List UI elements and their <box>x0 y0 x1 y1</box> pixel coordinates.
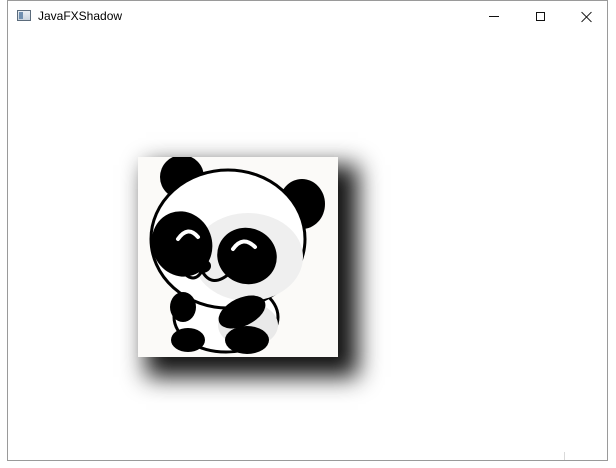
minimize-button[interactable] <box>471 1 517 31</box>
close-icon <box>581 11 592 22</box>
close-button[interactable] <box>563 1 609 31</box>
app-window: JavaFXShadow <box>7 0 608 461</box>
title-bar[interactable]: JavaFXShadow <box>8 1 607 31</box>
resize-grip[interactable] <box>564 452 607 460</box>
maximize-button[interactable] <box>517 1 563 31</box>
app-icon[interactable] <box>17 10 31 21</box>
minimize-icon <box>489 15 499 17</box>
content-area <box>8 31 607 460</box>
panda-illustration <box>149 157 325 354</box>
window-title: JavaFXShadow <box>38 9 123 23</box>
panda-image <box>138 157 338 357</box>
maximize-icon <box>535 11 545 21</box>
